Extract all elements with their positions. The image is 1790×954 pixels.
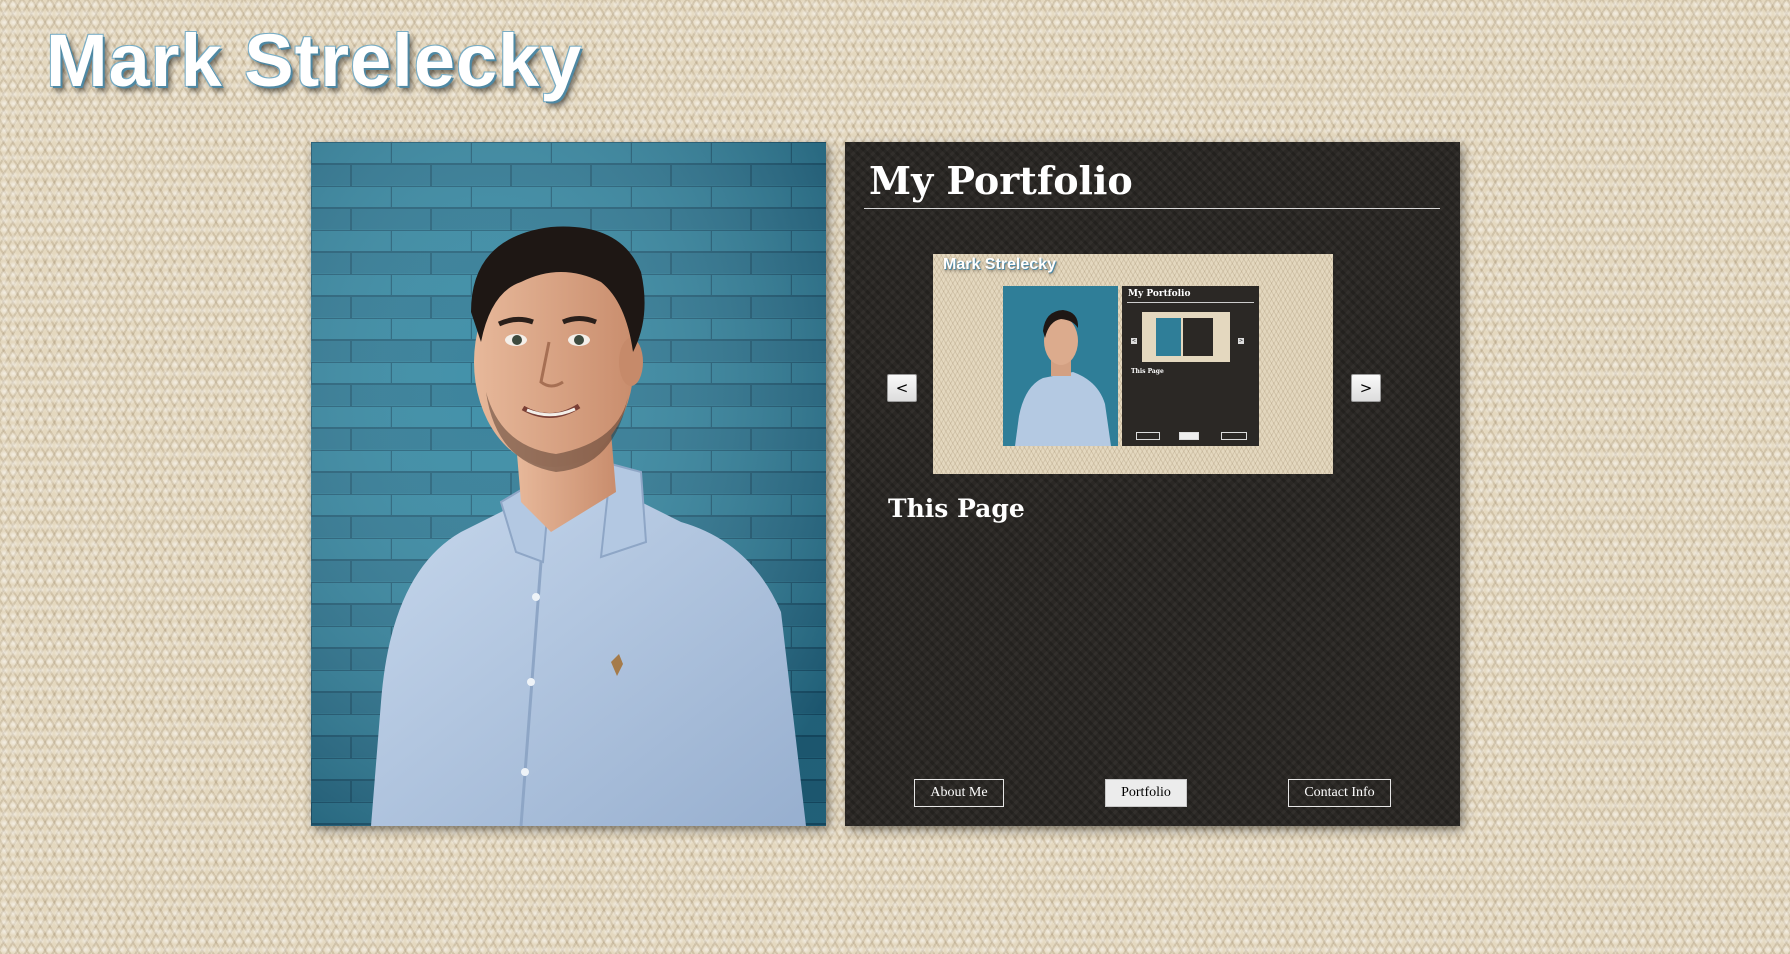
preview-heading: My Portfolio [1128, 289, 1191, 299]
nav-about-me-button[interactable]: About Me [914, 779, 1004, 807]
preview-divider [1127, 302, 1254, 303]
profile-photo-illustration [311, 142, 826, 826]
carousel-next-button[interactable]: > [1351, 374, 1381, 402]
carousel-slide-image[interactable]: Mark Strelecky My Portfolio < > This Pag… [933, 254, 1333, 474]
nav-portfolio-button[interactable]: Portfolio [1105, 779, 1187, 807]
preview-nested-photo [1156, 318, 1181, 356]
preview-portfolio-panel: My Portfolio < > This Page [1122, 286, 1259, 446]
preview-site-title: Mark Strelecky [943, 256, 1056, 273]
preview-nav-contact [1221, 432, 1247, 440]
preview-caption: This Page [1131, 368, 1164, 375]
heading-divider [864, 208, 1440, 209]
preview-next-button: > [1238, 338, 1244, 344]
preview-nav-portfolio [1179, 432, 1199, 440]
preview-nested-slide [1142, 312, 1230, 362]
site-title: Mark Strelecky [46, 19, 583, 102]
portfolio-panel: My Portfolio < > Mark Strelecky My Portf… [845, 142, 1460, 826]
preview-nav-about [1136, 432, 1160, 440]
preview-nested-panel [1183, 318, 1213, 356]
portfolio-heading: My Portfolio [869, 158, 1133, 203]
preview-profile-photo [1003, 286, 1118, 446]
slide-caption: This Page [888, 494, 1025, 523]
nav-contact-info-button[interactable]: Contact Info [1288, 779, 1391, 807]
profile-photo [311, 142, 826, 826]
preview-prev-button: < [1131, 338, 1137, 344]
carousel-prev-button[interactable]: < [887, 374, 917, 402]
preview-photo-illustration [1003, 286, 1118, 446]
